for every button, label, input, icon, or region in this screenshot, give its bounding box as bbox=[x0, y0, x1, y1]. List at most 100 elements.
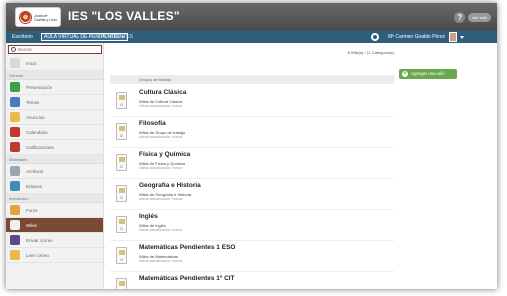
nav-pendientes-link[interactable]: PENDIENTES bbox=[101, 34, 133, 40]
group-header: Grupos de trabajo bbox=[110, 75, 394, 84]
sidebar-item-anuncios[interactable]: Anuncios bbox=[6, 110, 103, 125]
nav-home-link[interactable]: Escritorio bbox=[12, 34, 33, 40]
sidebar-item-label: Enviar correo bbox=[26, 237, 53, 243]
main-content: 8 Wiki(s) / 11 Categoría(s) Grupos de tr… bbox=[110, 46, 394, 289]
links-icon bbox=[10, 181, 20, 191]
sidebar-item-label: Calendario bbox=[26, 129, 48, 135]
wiki-last-update: última actualización: nunca bbox=[139, 197, 183, 201]
search-box[interactable] bbox=[8, 45, 102, 54]
wiki-page-count: 0 bbox=[120, 164, 123, 169]
gear-icon[interactable] bbox=[371, 33, 379, 41]
calendar-icon bbox=[10, 127, 20, 137]
nav-bar: Escritorio AULA VIRTUAL DE PENDIENTES ▸ … bbox=[6, 31, 497, 43]
read-mail-icon bbox=[10, 250, 20, 260]
sidebar-section-general: General bbox=[6, 71, 103, 80]
wiki-edit-icon[interactable] bbox=[116, 278, 127, 289]
sidebar-item-archivos[interactable]: Archivos bbox=[6, 164, 103, 179]
wiki-title[interactable]: Matemáticas Pendientes 1 ESO bbox=[139, 244, 235, 251]
sidebar-item-wikis[interactable]: Wikis bbox=[6, 218, 103, 233]
wiki-last-update: última actualización: nunca bbox=[139, 104, 183, 108]
wiki-edit-icon[interactable]: 0 bbox=[116, 185, 127, 202]
top-user-label[interactable]: iale vale bbox=[468, 12, 491, 22]
sidebar-item-enviar-correo[interactable]: Enviar correo bbox=[6, 233, 103, 248]
sidebar-item-presentaci-n[interactable]: Presentación bbox=[6, 80, 103, 95]
site-title: IES "LOS VALLES" bbox=[68, 9, 180, 23]
sidebar-section-materiales: Materiales bbox=[6, 155, 103, 164]
sidebar-item-label: Archivos bbox=[26, 168, 44, 174]
announcements-icon bbox=[10, 112, 20, 122]
pencil-icon bbox=[119, 188, 125, 193]
wiki-edit-icon[interactable]: 0 bbox=[116, 92, 127, 109]
topics-icon bbox=[10, 97, 20, 107]
sidebar-item-foros[interactable]: Foros bbox=[6, 203, 103, 218]
sidebar-item-temas[interactable]: Temas bbox=[6, 95, 103, 110]
sidebar-item-label: Presentación bbox=[26, 84, 53, 90]
pencil-icon bbox=[119, 250, 125, 255]
wiki-last-update: última actualización: nunca bbox=[139, 259, 183, 263]
wiki-title[interactable]: Inglés bbox=[139, 213, 158, 220]
wikis-icon bbox=[10, 220, 20, 230]
wiki-edit-icon[interactable]: 0 bbox=[116, 216, 127, 233]
wiki-row[interactable]: Matemáticas Pendientes 1º CIT bbox=[110, 272, 394, 289]
wiki-row[interactable]: 0 Inglés Wikis de Inglés última actualizaci… bbox=[110, 210, 394, 241]
search-icon bbox=[11, 47, 16, 52]
sidebar-item-label: Inicio bbox=[26, 60, 37, 66]
chevron-down-icon[interactable] bbox=[460, 36, 464, 39]
sidebar-item-calendario[interactable]: Calendario bbox=[6, 125, 103, 140]
wiki-page-count: 0 bbox=[120, 133, 123, 138]
sidebar-item-calificaciones[interactable]: Calificaciones bbox=[6, 140, 103, 155]
app-window: Junta de Castilla y León IES "LOS VALLES… bbox=[6, 3, 497, 289]
sidebar-item-leer-correo[interactable]: Leer correo bbox=[6, 248, 103, 263]
pencil-icon bbox=[119, 219, 125, 224]
avatar[interactable] bbox=[449, 32, 457, 42]
wiki-row[interactable]: 0 Filosofía Wikis de Grupo de trabajo últim… bbox=[110, 117, 394, 148]
wiki-title[interactable]: Matemáticas Pendientes 1º CIT bbox=[139, 275, 235, 282]
sidebar-item-label: Foros bbox=[26, 207, 38, 213]
wiki-row[interactable]: 0 Matemáticas Pendientes 1 ESO Wikis de Ma… bbox=[110, 241, 394, 272]
send-mail-icon bbox=[10, 235, 20, 245]
sidebar-item-label: Wikis bbox=[26, 222, 37, 228]
sidebar-item-inicio[interactable]: Inicio bbox=[6, 56, 103, 71]
sidebar-menu: Inicio General Presentación Temas Anuncios Ca… bbox=[6, 56, 103, 263]
pencil-icon bbox=[119, 126, 125, 131]
wiki-page-count: 0 bbox=[120, 226, 123, 231]
sidebar-item-label: Leer correo bbox=[26, 252, 50, 258]
wiki-stats: 8 Wiki(s) / 11 Categoría(s) bbox=[347, 50, 394, 55]
seal-icon bbox=[19, 11, 32, 24]
institution-logo[interactable]: Junta de Castilla y León bbox=[15, 7, 61, 27]
sidebar: Inicio General Presentación Temas Anuncios Ca… bbox=[6, 43, 104, 289]
search-input[interactable] bbox=[18, 46, 100, 53]
top-header: Junta de Castilla y León IES "LOS VALLES… bbox=[6, 3, 497, 31]
wiki-row[interactable]: 0 Geografía e Historia Wikis de Geografía … bbox=[110, 179, 394, 210]
sidebar-section-interacci-n: Interacción bbox=[6, 194, 103, 203]
wiki-last-update: última actualización: nunca bbox=[139, 166, 183, 170]
logo-line-2: Castilla y León bbox=[34, 18, 57, 22]
wiki-edit-icon[interactable]: 0 bbox=[116, 123, 127, 140]
help-icon[interactable]: ? bbox=[454, 11, 466, 23]
sidebar-item-label: Anuncios bbox=[26, 114, 45, 120]
wiki-page-count: 0 bbox=[120, 257, 123, 262]
wiki-edit-icon[interactable]: 0 bbox=[116, 154, 127, 171]
wiki-page-count: 0 bbox=[120, 195, 123, 200]
wiki-title[interactable]: Física y Química bbox=[139, 151, 190, 158]
sidebar-item-enlaces[interactable]: Enlaces bbox=[6, 179, 103, 194]
wiki-edit-icon[interactable]: 0 bbox=[116, 247, 127, 264]
add-wiki-label: Agregar una wiki bbox=[411, 71, 445, 76]
wiki-last-update: última actualización: nunca bbox=[139, 135, 183, 139]
wiki-title[interactable]: Geografía e Historia bbox=[139, 182, 201, 189]
top-user-menu[interactable]: ? iale vale bbox=[454, 10, 491, 24]
pencil-icon bbox=[119, 95, 125, 100]
nav-user-name[interactable]: Mª Carmen Giraldo Pérez bbox=[388, 34, 445, 40]
sidebar-item-label: Calificaciones bbox=[26, 144, 54, 150]
plus-icon: + bbox=[402, 71, 408, 77]
wiki-row[interactable]: 0 Física y Química Wikis de Física y Quími… bbox=[110, 148, 394, 179]
wiki-row[interactable]: 0 Cultura Clásica Wikis de Cultura Clásica… bbox=[110, 86, 394, 117]
wiki-title[interactable]: Filosofía bbox=[139, 120, 166, 127]
add-wiki-button[interactable]: + Agregar una wiki bbox=[399, 69, 457, 79]
presentation-icon bbox=[10, 82, 20, 92]
wiki-last-update: última actualización: nunca bbox=[139, 228, 183, 232]
wiki-title[interactable]: Cultura Clásica bbox=[139, 89, 186, 96]
pencil-icon bbox=[119, 281, 125, 286]
files-icon bbox=[10, 166, 20, 176]
wiki-page-count: 0 bbox=[120, 102, 123, 107]
